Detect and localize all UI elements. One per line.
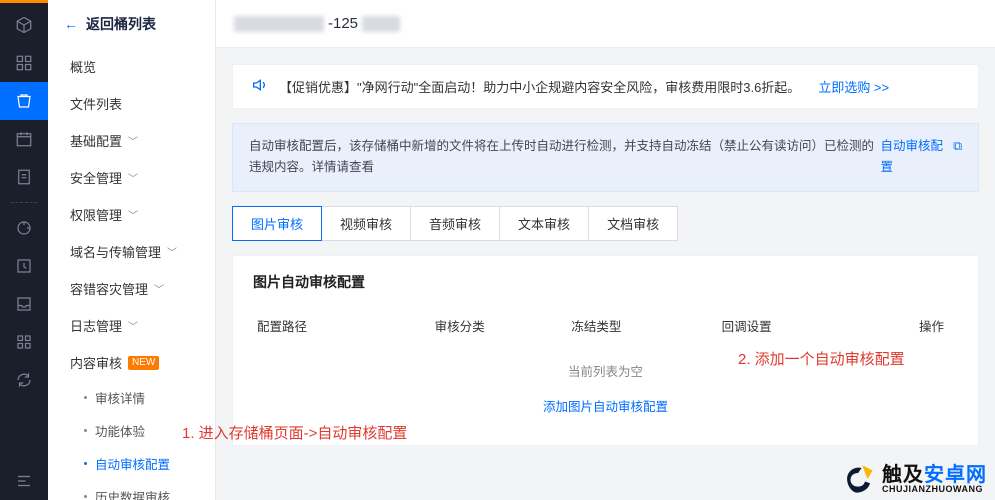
rail-apps-icon[interactable] (0, 323, 48, 361)
nav-content-audit[interactable]: 内容审核 NEW (48, 344, 215, 381)
col-callback: 回调设置 (722, 316, 859, 335)
promo-text: 【促销优惠】"净网行动"全面启动！助力中小企规避内容安全风险，审核费用限时3.6… (279, 77, 800, 96)
watermark: 触及安卓网 CHUJIANZHUOWANG (842, 462, 987, 496)
table-header: 配置路径 审核分类 冻结类型 回调设置 操作 (253, 310, 958, 341)
external-link-icon: ⧉ (953, 136, 962, 157)
chevron-down-icon: ﹀ (128, 318, 138, 333)
notice-link[interactable]: 自动审核配置 (881, 136, 944, 179)
back-label: 返回桶列表 (86, 14, 156, 34)
chevron-down-icon: ﹀ (167, 244, 177, 259)
notice-banner: 自动审核配置后，该存储桶中新增的文件将在上传时自动进行检测，并支持自动冻结（禁止… (232, 123, 979, 192)
rail-doc-icon[interactable] (0, 158, 48, 196)
chevron-down-icon: ﹀ (128, 170, 138, 185)
watermark-logo-icon (842, 462, 876, 496)
chevron-down-icon: ﹀ (128, 207, 138, 222)
panel-title: 图片自动审核配置 (253, 272, 958, 292)
rail-grid-icon[interactable] (0, 44, 48, 82)
rail-divider (11, 202, 37, 203)
watermark-cn: 触及安卓网 (882, 465, 987, 485)
sub-feature-trial[interactable]: 功能体验 (48, 414, 215, 447)
add-config-link[interactable]: 添加图片自动审核配置 (543, 400, 668, 414)
nav-fault-tolerance[interactable]: 容错容灾管理﹀ (48, 270, 215, 307)
col-category: 审核分类 (435, 316, 572, 335)
rail-inbox-icon[interactable] (0, 285, 48, 323)
nav-security[interactable]: 安全管理﹀ (48, 159, 215, 196)
icon-rail (0, 0, 48, 500)
nav-basic-config[interactable]: 基础配置﹀ (48, 122, 215, 159)
new-badge: NEW (128, 356, 159, 370)
watermark-pinyin: CHUJIANZHUOWANG (882, 485, 987, 494)
arrow-left-icon: ← (64, 16, 78, 32)
notice-text: 自动审核配置后，该存储桶中新增的文件将在上传时自动进行检测，并支持自动冻结（禁止… (249, 136, 875, 179)
tab-image[interactable]: 图片审核 (232, 206, 322, 241)
rail-expand-icon[interactable] (0, 462, 48, 500)
main-area: -125 【促销优惠】"净网行动"全面启动！助力中小企规避内容安全风险，审核费用… (216, 0, 995, 500)
bucket-name-redacted (234, 16, 324, 32)
promo-banner: 【促销优惠】"净网行动"全面启动！助力中小企规避内容安全风险，审核费用限时3.6… (232, 64, 979, 109)
sub-auto-audit-config[interactable]: 自动审核配置 (48, 447, 215, 480)
col-freeze: 冻结类型 (571, 316, 721, 335)
nav-log[interactable]: 日志管理﹀ (48, 307, 215, 344)
nav-overview[interactable]: 概览 (48, 48, 215, 85)
nav-permission[interactable]: 权限管理﹀ (48, 196, 215, 233)
sidebar: ← 返回桶列表 概览 文件列表 基础配置﹀ 安全管理﹀ 权限管理﹀ 域名与传输管… (48, 0, 216, 500)
empty-state: 当前列表为空 (253, 341, 958, 390)
nav-filelist[interactable]: 文件列表 (48, 85, 215, 122)
rail-bucket-icon[interactable] (0, 82, 48, 120)
chevron-down-icon: ﹀ (154, 281, 164, 296)
chevron-down-icon: ﹀ (128, 133, 138, 148)
col-action: 操作 (858, 316, 954, 335)
sub-audit-detail[interactable]: 审核详情 (48, 381, 215, 414)
audit-type-tabs: 图片审核 视频审核 音频审核 文本审核 文档审核 (232, 206, 979, 241)
promo-link[interactable]: 立即选购 >> (818, 77, 889, 96)
rail-calendar-icon[interactable] (0, 120, 48, 158)
title-bar: -125 (216, 0, 995, 48)
config-panel: 图片自动审核配置 配置路径 审核分类 冻结类型 回调设置 操作 当前列表为空 添… (232, 255, 979, 446)
nav-domain-transfer[interactable]: 域名与传输管理﹀ (48, 233, 215, 270)
sub-history-audit[interactable]: 历史数据审核 (48, 480, 215, 500)
tab-doc[interactable]: 文档审核 (588, 206, 678, 241)
back-to-bucket-list[interactable]: ← 返回桶列表 (48, 10, 215, 48)
bucket-suffix-redacted (362, 16, 400, 32)
tab-audio[interactable]: 音频审核 (410, 206, 500, 241)
tab-text[interactable]: 文本审核 (499, 206, 589, 241)
tab-video[interactable]: 视频审核 (321, 206, 411, 241)
rail-refresh-icon[interactable] (0, 361, 48, 399)
rail-cube-icon[interactable] (0, 6, 48, 44)
rail-clock-icon[interactable] (0, 247, 48, 285)
speaker-icon (251, 77, 267, 96)
bucket-id-fragment: -125 (328, 15, 358, 32)
rail-spin-icon[interactable] (0, 209, 48, 247)
col-path: 配置路径 (257, 316, 435, 335)
